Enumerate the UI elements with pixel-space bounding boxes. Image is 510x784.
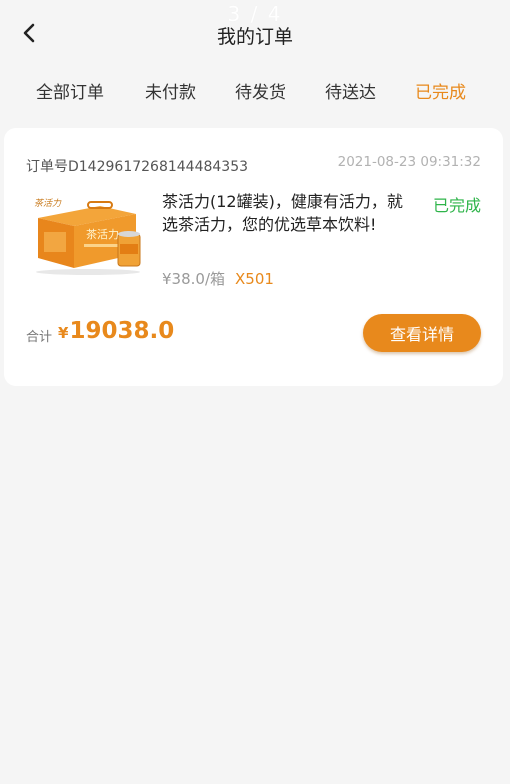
view-details-button[interactable]: 查看详情	[363, 314, 481, 352]
total-label: 合计	[26, 330, 53, 345]
tab-all-orders[interactable]: 全部订单	[36, 78, 104, 103]
tab-completed[interactable]: 已完成	[415, 78, 466, 103]
total-currency: ¥	[58, 324, 69, 342]
tab-to-deliver[interactable]: 待送达	[325, 78, 376, 103]
product-image: 茶活力 茶活力	[28, 192, 146, 280]
quantity: X501	[235, 270, 274, 288]
svg-text:茶活力: 茶活力	[86, 228, 119, 241]
svg-text:茶活力: 茶活力	[34, 198, 62, 209]
tab-unpaid[interactable]: 未付款	[145, 78, 196, 103]
price-row: ¥38.0/箱 X501	[162, 268, 274, 289]
total-value: 19038.0	[69, 318, 175, 344]
total-amount: ¥19038.0	[58, 318, 174, 344]
unit-price: ¥38.0/箱	[162, 270, 225, 288]
tab-to-ship[interactable]: 待发货	[235, 78, 286, 103]
order-status: 已完成	[432, 196, 481, 215]
order-number: 订单号D1429617268144484353	[26, 159, 249, 175]
order-card: 订单号D1429617268144484353 2021-08-23 09:31…	[4, 128, 503, 386]
header: 3 / 4 我的订单	[0, 0, 510, 70]
page-title: 我的订单	[216, 26, 293, 48]
product-name[interactable]: 茶活力(12罐装)，健康有活力，就选茶活力，您的优选草本饮料!	[162, 190, 412, 236]
order-time: 2021-08-23 09:31:32	[337, 154, 481, 170]
order-tabs: 全部订单 未付款 待发货 待送达 已完成	[0, 78, 510, 106]
